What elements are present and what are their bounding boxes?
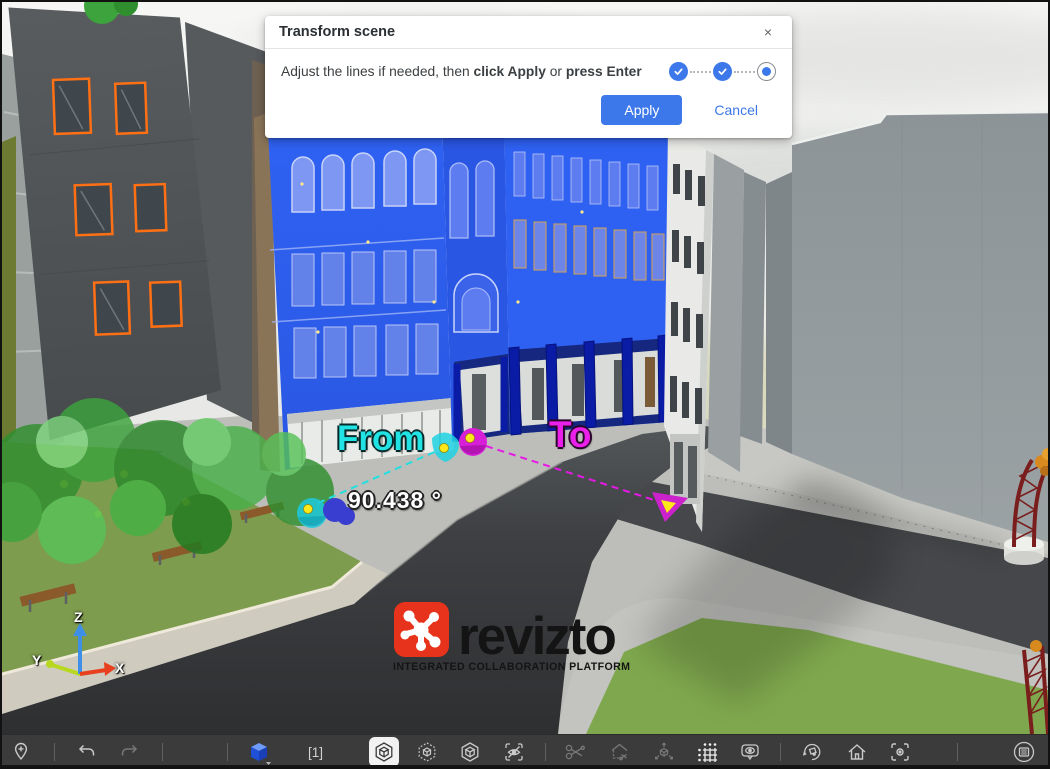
dialog-instruction: Adjust the lines if needed, then click A… (281, 64, 642, 79)
instruction-or: or (546, 64, 566, 79)
cut-section-icon (564, 741, 586, 763)
step-2-complete (713, 62, 732, 81)
instruction-prefix: Adjust the lines if needed, then (281, 64, 474, 79)
add-pin-icon (10, 741, 32, 763)
zoom-fit-icon (889, 741, 911, 763)
viewpoint-visibility-button[interactable] (735, 737, 765, 767)
bottom-toolbar: [1] (2, 734, 1048, 768)
sheet-number-badge[interactable]: [1] (308, 735, 323, 769)
viewpoint-visibility-icon (739, 741, 761, 763)
grid-snap-button[interactable] (692, 737, 722, 767)
cancel-button[interactable]: Cancel (708, 101, 764, 119)
apply-button[interactable]: Apply (601, 95, 682, 125)
undo-icon (76, 741, 98, 763)
building-left[interactable] (2, 2, 272, 475)
to-start-marker[interactable] (459, 428, 487, 456)
orbit-reset-button[interactable] (797, 737, 827, 767)
toolbar-divider (227, 743, 228, 761)
properties-list-button[interactable] (1009, 737, 1039, 767)
dialog-title: Transform scene (279, 24, 395, 40)
step-connector (690, 71, 711, 73)
properties-list-icon (1012, 740, 1036, 764)
3d-viewport[interactable]: From To 90.438 ° Z Y X (2, 2, 1048, 734)
cut-section-button[interactable] (560, 737, 590, 767)
add-pin-button[interactable] (6, 737, 36, 767)
redo-icon (118, 741, 140, 763)
home-view-button[interactable] (842, 737, 872, 767)
view-cube-button[interactable] (244, 737, 274, 767)
toolbar-divider (54, 743, 55, 761)
instruction-click-apply: click Apply (474, 64, 546, 79)
step-3-current (757, 62, 776, 81)
move-object-button[interactable] (649, 737, 679, 767)
hide-object-button[interactable] (499, 737, 529, 767)
toolbar-divider (162, 743, 163, 761)
from-start-marker[interactable] (297, 498, 327, 528)
section-room-button[interactable] (605, 737, 635, 767)
transform-scene-dialog: Transform scene × Adjust the lines if ne… (265, 16, 792, 138)
ghost-object-button[interactable] (412, 737, 442, 767)
undo-button[interactable] (72, 737, 102, 767)
window-bottom-edge (2, 765, 1048, 767)
redo-button[interactable] (114, 737, 144, 767)
show-object-button[interactable] (455, 737, 485, 767)
building-selected-blue[interactable] (265, 95, 676, 470)
home-view-icon (846, 741, 868, 763)
toolbar-divider (780, 743, 781, 761)
revizto-app-window: From To 90.438 ° Z Y X (0, 0, 1050, 769)
ghost-object-icon (416, 741, 438, 763)
toolbar-divider (957, 743, 958, 761)
isolate-object-icon (373, 741, 395, 763)
view-cube-icon (246, 739, 272, 765)
instruction-press-enter: press Enter (566, 64, 642, 79)
section-room-icon (609, 741, 631, 763)
step-connector (734, 71, 755, 73)
orbit-reset-icon (801, 741, 823, 763)
transform-steps (669, 62, 776, 81)
close-icon[interactable]: × (758, 22, 778, 42)
isolate-object-button[interactable] (369, 737, 399, 767)
step-1-complete (669, 62, 688, 81)
move-object-icon (653, 741, 675, 763)
hide-object-icon (503, 741, 525, 763)
toolbar-divider (545, 743, 546, 761)
zoom-fit-button[interactable] (885, 737, 915, 767)
show-object-icon (459, 741, 481, 763)
grid-snap-icon (696, 741, 718, 763)
